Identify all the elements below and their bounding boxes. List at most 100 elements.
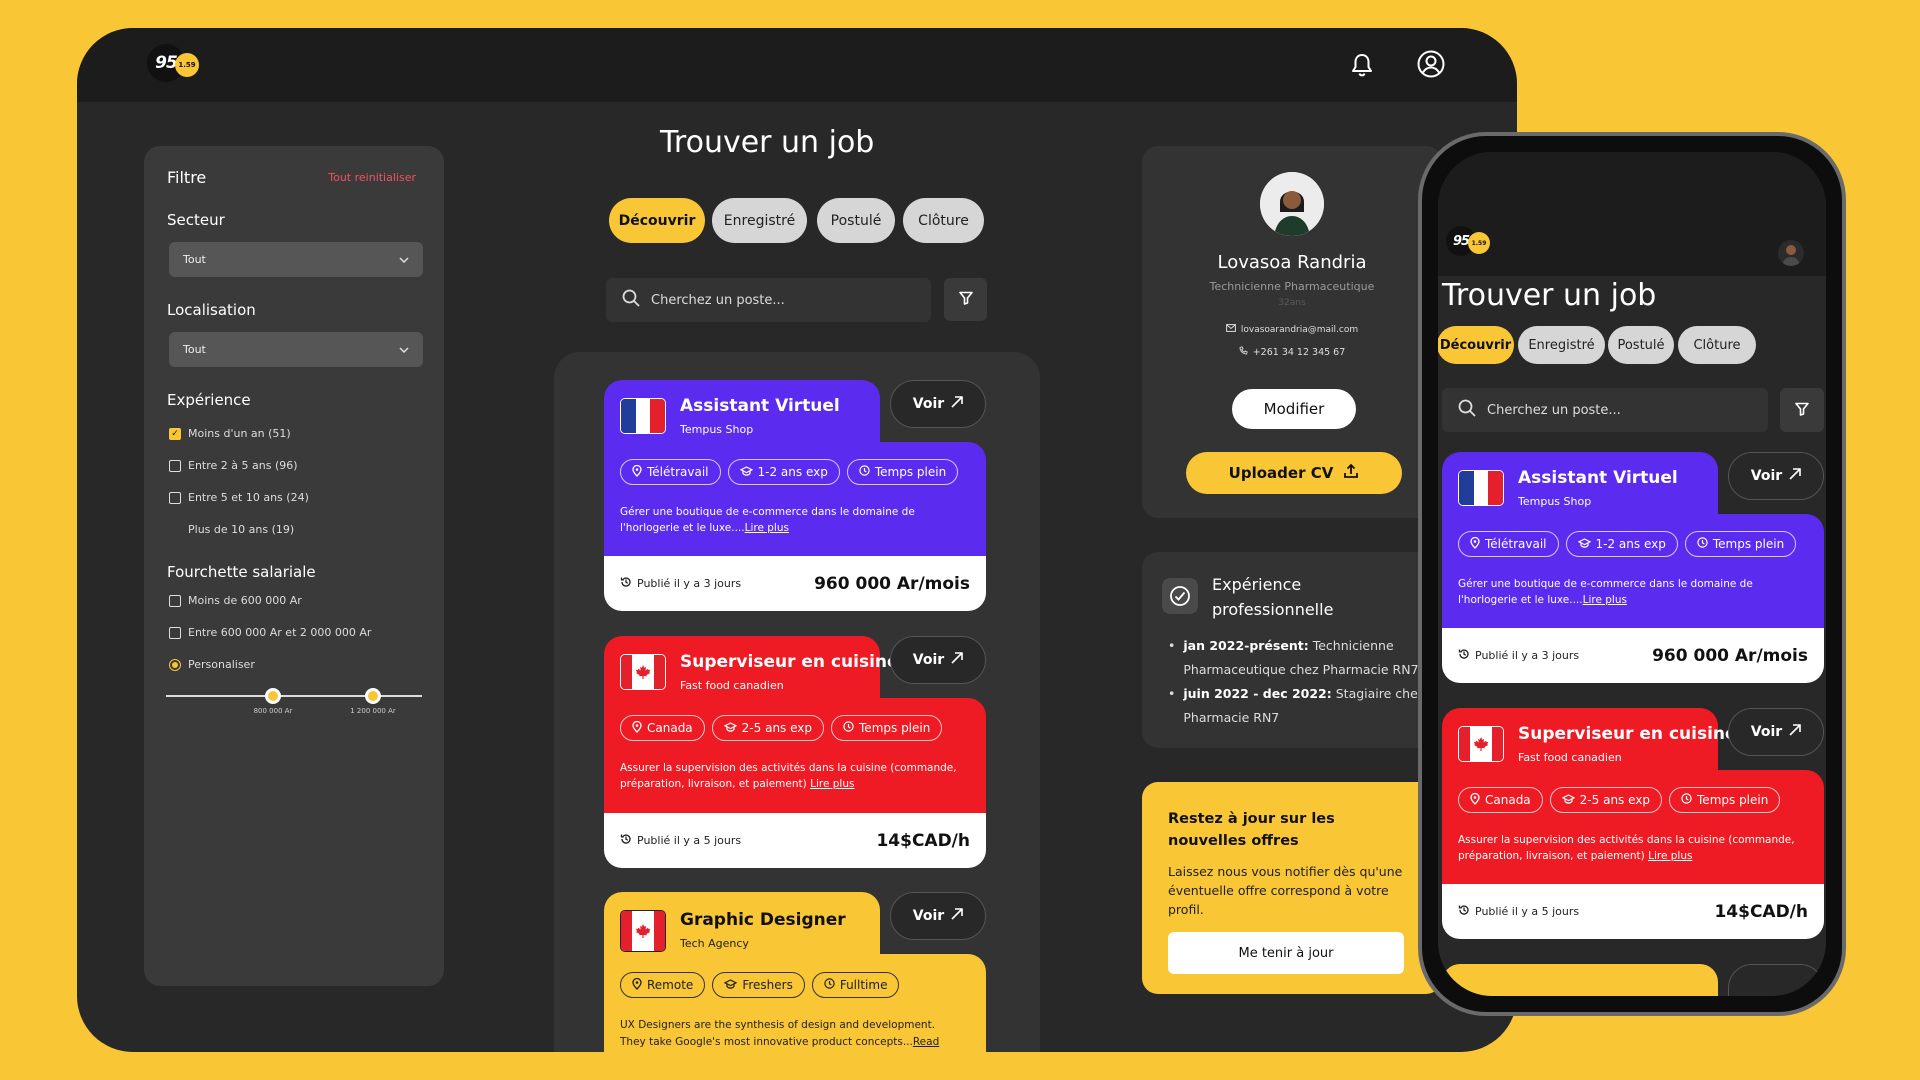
- option-label: Entre 600 000 Ar et 2 000 000 Ar: [188, 626, 372, 639]
- job-card[interactable]: Superviseur en cuisine Fast food canadie…: [1442, 708, 1824, 939]
- read-more-link[interactable]: Lire plus: [745, 522, 789, 534]
- job-tags: Télétravail 1-2 ans exp Temps plein: [1458, 531, 1797, 557]
- read-more-link[interactable]: Lire plus: [1648, 850, 1692, 862]
- filter-button[interactable]: [944, 278, 987, 321]
- tag-location: Télétravail: [620, 459, 721, 485]
- experience-title: Expérience professionnelle: [1212, 575, 1334, 619]
- chevron-down-icon: [399, 343, 409, 356]
- upload-cv-button[interactable]: Uploader CV: [1186, 452, 1402, 494]
- job-card[interactable]: Assistant Virtuel Tempus Shop Voir Télét…: [1442, 452, 1824, 683]
- checkbox[interactable]: [169, 626, 181, 639]
- filter-title: Filtre: [167, 168, 207, 187]
- checkbox-checked[interactable]: ✓: [169, 427, 181, 440]
- tab-enregistre[interactable]: Enregistré: [1518, 326, 1605, 364]
- history-icon: [1458, 648, 1470, 663]
- range-min-handle[interactable]: [265, 688, 281, 704]
- tab-decouvrir[interactable]: Découvrir: [609, 198, 705, 243]
- job-card[interactable]: Graphic Designer Tech Agency Voir Remote…: [604, 892, 986, 1052]
- phone-text: +261 34 12 345 67: [1252, 346, 1346, 358]
- view-button[interactable]: Voir: [890, 380, 986, 428]
- tag-location: Canada: [620, 715, 705, 741]
- job-title[interactable]: Assistant Virtuel: [680, 396, 840, 416]
- read-more-link[interactable]: Read: [913, 1036, 939, 1048]
- map-pin-icon: [1470, 536, 1480, 552]
- experience-option[interactable]: Entre 5 et 10 ans (24): [169, 491, 309, 504]
- filter-button[interactable]: [1780, 388, 1824, 432]
- search-input[interactable]: Cherchez un poste...: [1442, 388, 1768, 432]
- logo-badge: 1.59: [1468, 232, 1490, 254]
- job-tags: Télétravail 1-2 ans exp Temps plein: [620, 459, 959, 485]
- tag-label: Temps plein: [1712, 537, 1785, 551]
- tab-postule[interactable]: Postulé: [1608, 326, 1674, 364]
- experience-option[interactable]: ✓ Moins d'un an (51): [169, 427, 291, 440]
- job-card-peek[interactable]: [1442, 964, 1718, 996]
- view-button[interactable]: Voir: [890, 636, 986, 684]
- job-title[interactable]: Superviseur en cuisine: [680, 652, 899, 672]
- graduation-cap-icon: [1561, 793, 1575, 807]
- subscribe-button[interactable]: Me tenir à jour: [1168, 932, 1404, 974]
- published-info: Publié il y a 5 jours: [620, 833, 741, 848]
- tag-schedule: Temps plein: [1684, 531, 1797, 557]
- reset-filters-link[interactable]: Tout reinitialiser: [328, 171, 416, 184]
- profile-email: lovasoarandria@mail.com: [1142, 324, 1442, 335]
- view-button[interactable]: Voir: [1728, 708, 1824, 756]
- notification-bell-icon[interactable]: [1350, 52, 1374, 82]
- view-button[interactable]: Voir: [1728, 452, 1824, 500]
- job-card[interactable]: Assistant Virtuel Tempus Shop Voir Télét…: [604, 380, 986, 611]
- experience-period: jan 2022-présent:: [1183, 638, 1309, 653]
- range-max-label: 1 200 000 Ar: [350, 707, 396, 715]
- tab-cloture[interactable]: Clôture: [903, 198, 984, 243]
- checkbox[interactable]: [169, 594, 181, 607]
- mail-icon: [1225, 324, 1236, 335]
- tag-label: Canada: [1485, 793, 1531, 807]
- job-tags: Remote Freshers Fulltime: [620, 972, 900, 998]
- graduation-cap-icon: [723, 721, 737, 735]
- app-logo[interactable]: 95 1.59: [147, 44, 199, 82]
- option-label: Entre 2 à 5 ans (96): [188, 459, 298, 472]
- user-account-icon[interactable]: [1417, 50, 1445, 82]
- tab-postule[interactable]: Postulé: [817, 198, 895, 243]
- history-icon: [620, 833, 632, 848]
- checkbox[interactable]: [169, 459, 181, 472]
- radio-selected[interactable]: [169, 658, 181, 671]
- job-card[interactable]: Superviseur en cuisine Fast food canadie…: [604, 636, 986, 868]
- external-link-icon: [951, 652, 963, 668]
- job-title[interactable]: Superviseur en cuisine: [1518, 724, 1737, 744]
- tag-schedule: Temps plein: [831, 715, 943, 741]
- published-info: Publié il y a 3 jours: [1458, 648, 1579, 663]
- description-text: Assurer la supervision des activités dan…: [620, 762, 957, 790]
- range-min-label: 800 000 Ar: [253, 707, 293, 715]
- card-footer: Publié il y a 3 jours 960 000 Ar/mois: [1442, 628, 1824, 683]
- salary-option[interactable]: Personaliser: [169, 658, 255, 671]
- experience-item: • jan 2022-présent: Technicienne Pharmace…: [1168, 638, 1419, 677]
- notify-title: Restez à jour sur les nouvelles offres: [1168, 811, 1335, 849]
- experience-option[interactable]: Plus de 10 ans (19): [188, 523, 294, 536]
- view-button[interactable]: Voir: [890, 892, 986, 940]
- view-button-peek[interactable]: [1728, 964, 1824, 996]
- job-title[interactable]: Assistant Virtuel: [1518, 468, 1678, 488]
- experience-option[interactable]: Entre 2 à 5 ans (96): [169, 459, 298, 472]
- tag-label: Télétravail: [647, 465, 709, 479]
- map-pin-icon: [632, 464, 642, 480]
- salary-option[interactable]: Entre 600 000 Ar et 2 000 000 Ar: [169, 626, 371, 639]
- sector-select[interactable]: Tout: [169, 242, 423, 277]
- read-more-link[interactable]: Lire plus: [1583, 594, 1627, 606]
- read-more-link[interactable]: Lire plus: [810, 778, 854, 790]
- tab-decouvrir[interactable]: Découvrir: [1438, 326, 1514, 364]
- location-select[interactable]: Tout: [169, 332, 423, 367]
- avatar[interactable]: [1778, 240, 1804, 266]
- published-date: Publié il y a 5 jours: [1475, 905, 1580, 918]
- app-logo[interactable]: 95 1.59: [1446, 226, 1490, 256]
- tab-cloture[interactable]: Clôture: [1678, 326, 1756, 364]
- search-placeholder: Cherchez un poste...: [1487, 402, 1621, 418]
- upload-label: Uploader CV: [1228, 464, 1334, 482]
- edit-profile-button[interactable]: Modifier: [1232, 389, 1356, 429]
- tag-label: 2-5 ans exp: [1579, 793, 1651, 807]
- tab-enregistre[interactable]: Enregistré: [712, 198, 807, 243]
- avatar[interactable]: [1260, 172, 1324, 236]
- checkbox[interactable]: [169, 491, 181, 504]
- search-input[interactable]: Cherchez un poste...: [606, 278, 931, 322]
- range-max-handle[interactable]: [365, 688, 381, 704]
- salary-option[interactable]: Moins de 600 000 Ar: [169, 594, 302, 607]
- job-title[interactable]: Graphic Designer: [680, 910, 846, 930]
